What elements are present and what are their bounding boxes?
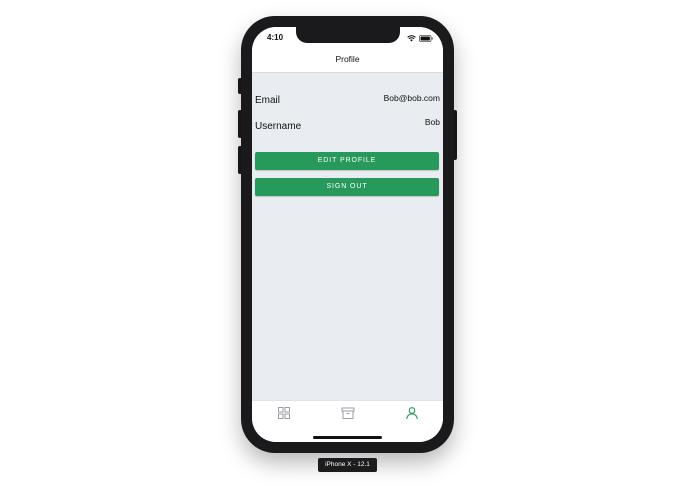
sign-out-button[interactable]: SIGN OUT: [255, 178, 439, 196]
email-value: Bob@bob.com: [383, 93, 440, 103]
page-title: Profile: [335, 54, 360, 64]
tab-dashboard[interactable]: [277, 406, 291, 420]
tab-profile[interactable]: [405, 406, 419, 420]
user-icon: [406, 407, 418, 420]
grid-icon: [278, 407, 290, 419]
archive-icon: [341, 407, 355, 419]
email-label: Email: [255, 95, 281, 106]
tab-bar: [252, 400, 443, 442]
edit-profile-button[interactable]: EDIT PROFILE: [255, 152, 439, 170]
home-indicator: [313, 436, 382, 439]
username-label: Username: [255, 121, 302, 132]
tab-archive[interactable]: [341, 406, 355, 420]
status-time: 4:10: [267, 33, 284, 42]
notch: [296, 27, 400, 43]
username-value: Bob: [424, 117, 440, 127]
nav-header: Profile: [252, 49, 443, 73]
battery-icon: [419, 35, 433, 42]
simulator-stage: 4:10 Profile Email Bob@bob.com Username …: [0, 0, 695, 494]
profile-content: Email Bob@bob.com Username Bob EDIT PROF…: [252, 73, 443, 400]
status-icons: [407, 35, 433, 42]
phone-screen: 4:10 Profile Email Bob@bob.com Username …: [252, 27, 443, 442]
device-label: iPhone X - 12.1: [318, 458, 377, 472]
wifi-icon: [407, 35, 416, 42]
